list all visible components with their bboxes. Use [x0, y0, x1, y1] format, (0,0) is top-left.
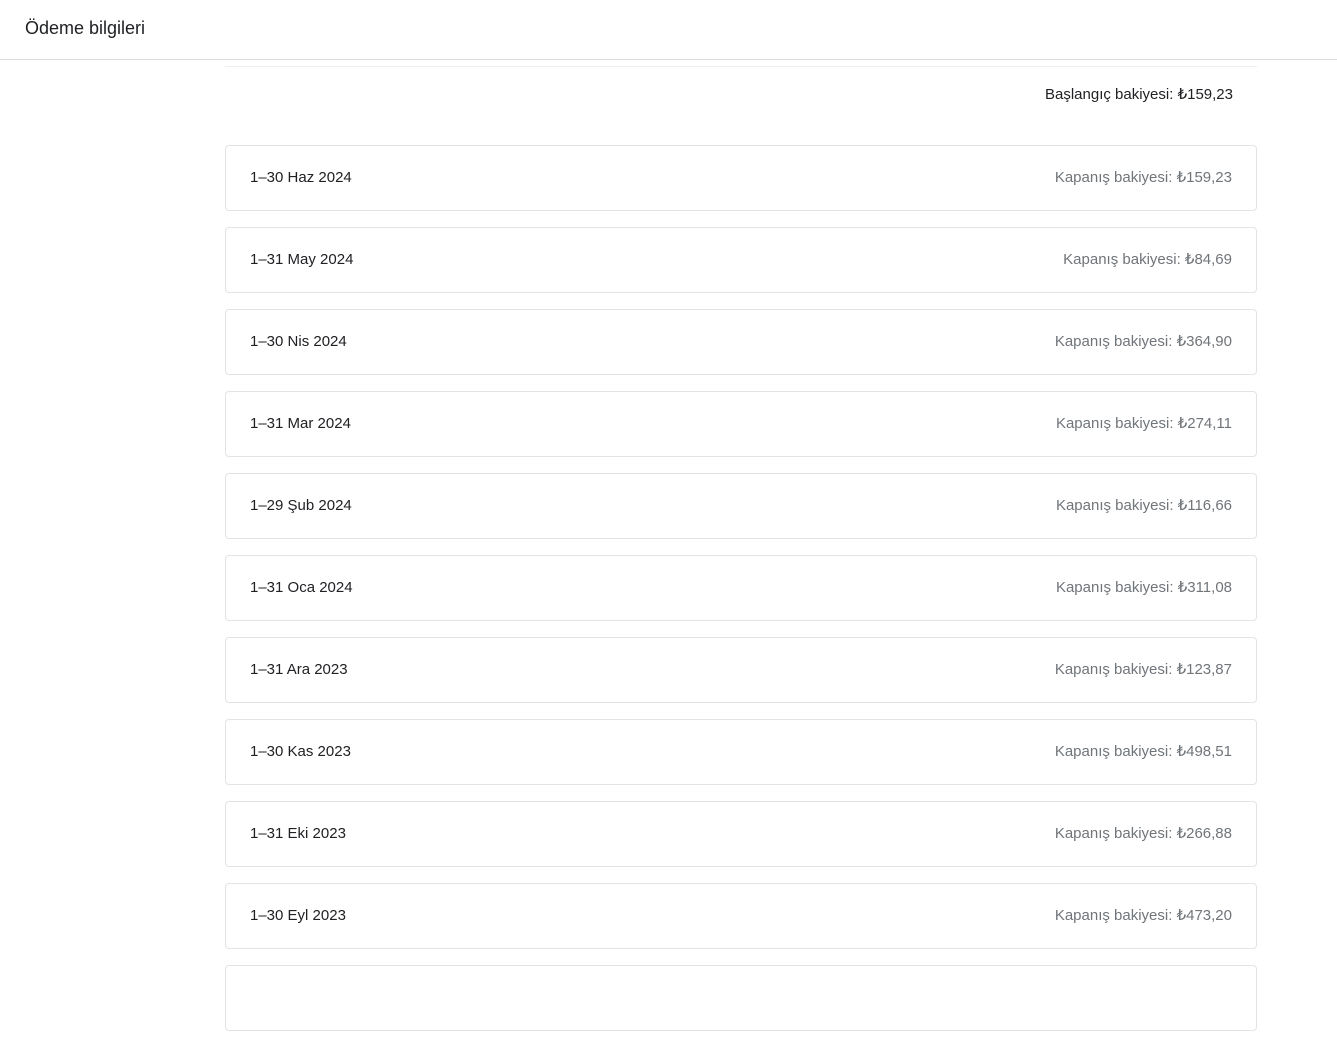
statement-period: 1–31 Ara 2023	[250, 661, 348, 678]
statement-row[interactable]: 1–30 Haz 2024 Kapanış bakiyesi: ₺159,23	[225, 145, 1257, 211]
closing-balance: Kapanış bakiyesi: ₺123,87	[1054, 661, 1232, 678]
statement-period: 1–30 Eyl 2023	[250, 907, 346, 924]
closing-balance: Kapanış bakiyesi: ₺159,23	[1054, 169, 1232, 186]
closing-balance: Kapanış bakiyesi: ₺473,20	[1054, 907, 1232, 924]
statement-row[interactable]: 1–29 Şub 2024 Kapanış bakiyesi: ₺116,66	[225, 473, 1257, 539]
divider	[225, 66, 1257, 67]
statement-row[interactable]: 1–31 May 2024 Kapanış bakiyesi: ₺84,69	[225, 227, 1257, 293]
top-app-bar: Ödeme bilgileri	[0, 0, 1337, 60]
closing-balance: Kapanış bakiyesi: ₺498,51	[1054, 743, 1232, 760]
statement-period: 1–31 Oca 2024	[250, 579, 353, 596]
closing-balance: Kapanış bakiyesi: ₺274,11	[1055, 415, 1232, 432]
statement-row[interactable]	[225, 965, 1257, 1031]
closing-balance: Kapanış bakiyesi: ₺84,69	[1063, 251, 1232, 268]
opening-balance: Başlangıç bakiyesi: ₺159,23	[1045, 86, 1233, 103]
statement-period: 1–30 Haz 2024	[250, 169, 352, 186]
closing-balance: Kapanış bakiyesi: ₺364,90	[1054, 333, 1232, 350]
statement-row[interactable]: 1–31 Mar 2024 Kapanış bakiyesi: ₺274,11	[225, 391, 1257, 457]
statement-period: 1–31 May 2024	[250, 251, 354, 268]
closing-balance: Kapanış bakiyesi: ₺266,88	[1054, 825, 1232, 842]
closing-balance: Kapanış bakiyesi: ₺311,08	[1055, 579, 1232, 596]
statement-period: 1–29 Şub 2024	[250, 497, 352, 514]
statement-list: 1–30 Haz 2024 Kapanış bakiyesi: ₺159,23 …	[225, 145, 1257, 1047]
statement-row[interactable]: 1–31 Ara 2023 Kapanış bakiyesi: ₺123,87	[225, 637, 1257, 703]
statement-row[interactable]: 1–31 Eki 2023 Kapanış bakiyesi: ₺266,88	[225, 801, 1257, 867]
statement-row[interactable]: 1–30 Eyl 2023 Kapanış bakiyesi: ₺473,20	[225, 883, 1257, 949]
closing-balance: Kapanış bakiyesi: ₺116,66	[1055, 497, 1232, 514]
statement-period: 1–31 Mar 2024	[250, 415, 351, 432]
statement-period: 1–31 Eki 2023	[250, 825, 346, 842]
statement-row[interactable]: 1–30 Kas 2023 Kapanış bakiyesi: ₺498,51	[225, 719, 1257, 785]
statement-row[interactable]: 1–30 Nis 2024 Kapanış bakiyesi: ₺364,90	[225, 309, 1257, 375]
statement-row[interactable]: 1–31 Oca 2024 Kapanış bakiyesi: ₺311,08	[225, 555, 1257, 621]
statement-period: 1–30 Kas 2023	[250, 743, 351, 760]
statement-period: 1–30 Nis 2024	[250, 333, 347, 350]
page-title: Ödeme bilgileri	[25, 18, 146, 38]
